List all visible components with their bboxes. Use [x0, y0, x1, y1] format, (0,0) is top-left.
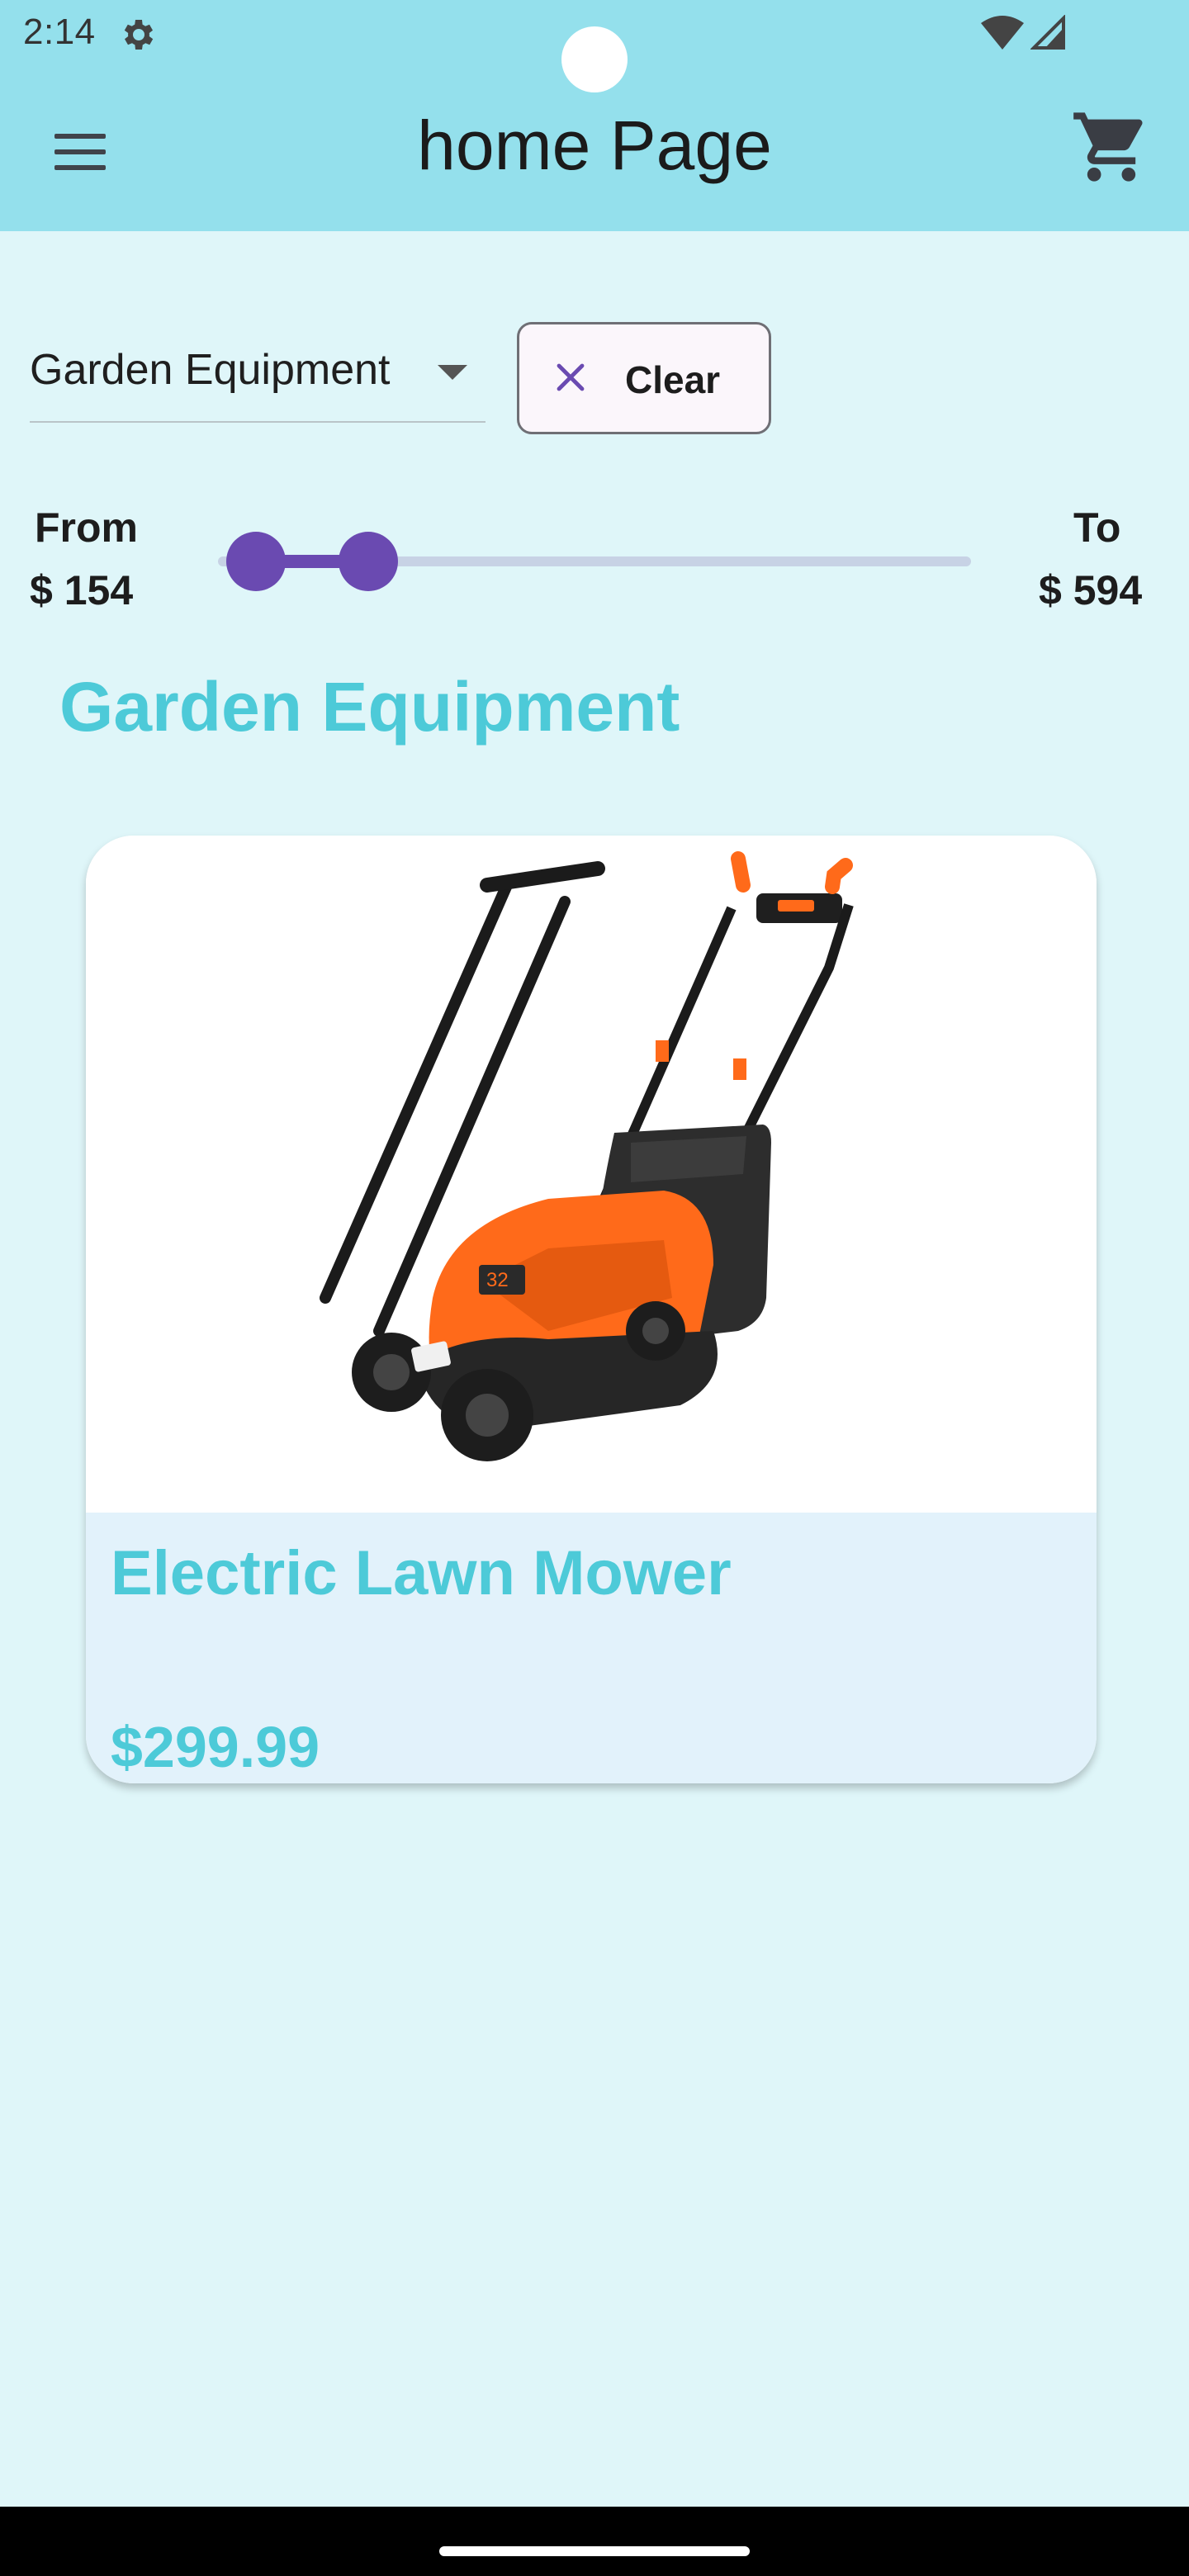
category-selected-value: Garden Equipment [30, 346, 391, 394]
product-name: Electric Lawn Mower [111, 1538, 732, 1608]
product-price: $299.99 [111, 1715, 320, 1779]
camera-cutout [561, 26, 628, 92]
clear-button[interactable]: Clear [517, 322, 771, 434]
from-value: $ 154 [30, 567, 134, 613]
product-info: Electric Lawn Mower $299.99 [86, 1513, 1097, 1783]
lawn-mower-image: 32 [320, 851, 854, 1461]
clear-label: Clear [625, 358, 721, 401]
status-time: 2:14 [23, 12, 96, 52]
chevron-down-icon [438, 365, 467, 380]
app-bar: 2:14 home Page [0, 0, 1189, 231]
product-card[interactable]: 32 Electric Lawn Mower $299.99 [86, 836, 1097, 1783]
home-gesture-handle[interactable] [439, 2546, 750, 2556]
system-nav-bar [0, 2507, 1189, 2576]
cart-icon[interactable] [1070, 106, 1153, 188]
gear-icon [124, 20, 154, 50]
wifi-icon [981, 16, 1024, 50]
to-label: To [1073, 504, 1121, 551]
price-range-slider[interactable] [218, 528, 971, 594]
category-dropdown[interactable]: Garden Equipment [30, 322, 486, 423]
product-image: 32 [86, 836, 1097, 1513]
slider-thumb-min[interactable] [225, 532, 286, 591]
svg-text:32: 32 [486, 1269, 509, 1291]
signal-icon [1030, 15, 1065, 50]
close-icon [557, 363, 585, 391]
from-label: From [35, 504, 138, 551]
slider-thumb-max[interactable] [339, 532, 399, 591]
page-title: home Page [417, 107, 772, 184]
to-value: $ 594 [1039, 567, 1143, 613]
section-title: Garden Equipment [59, 668, 680, 746]
